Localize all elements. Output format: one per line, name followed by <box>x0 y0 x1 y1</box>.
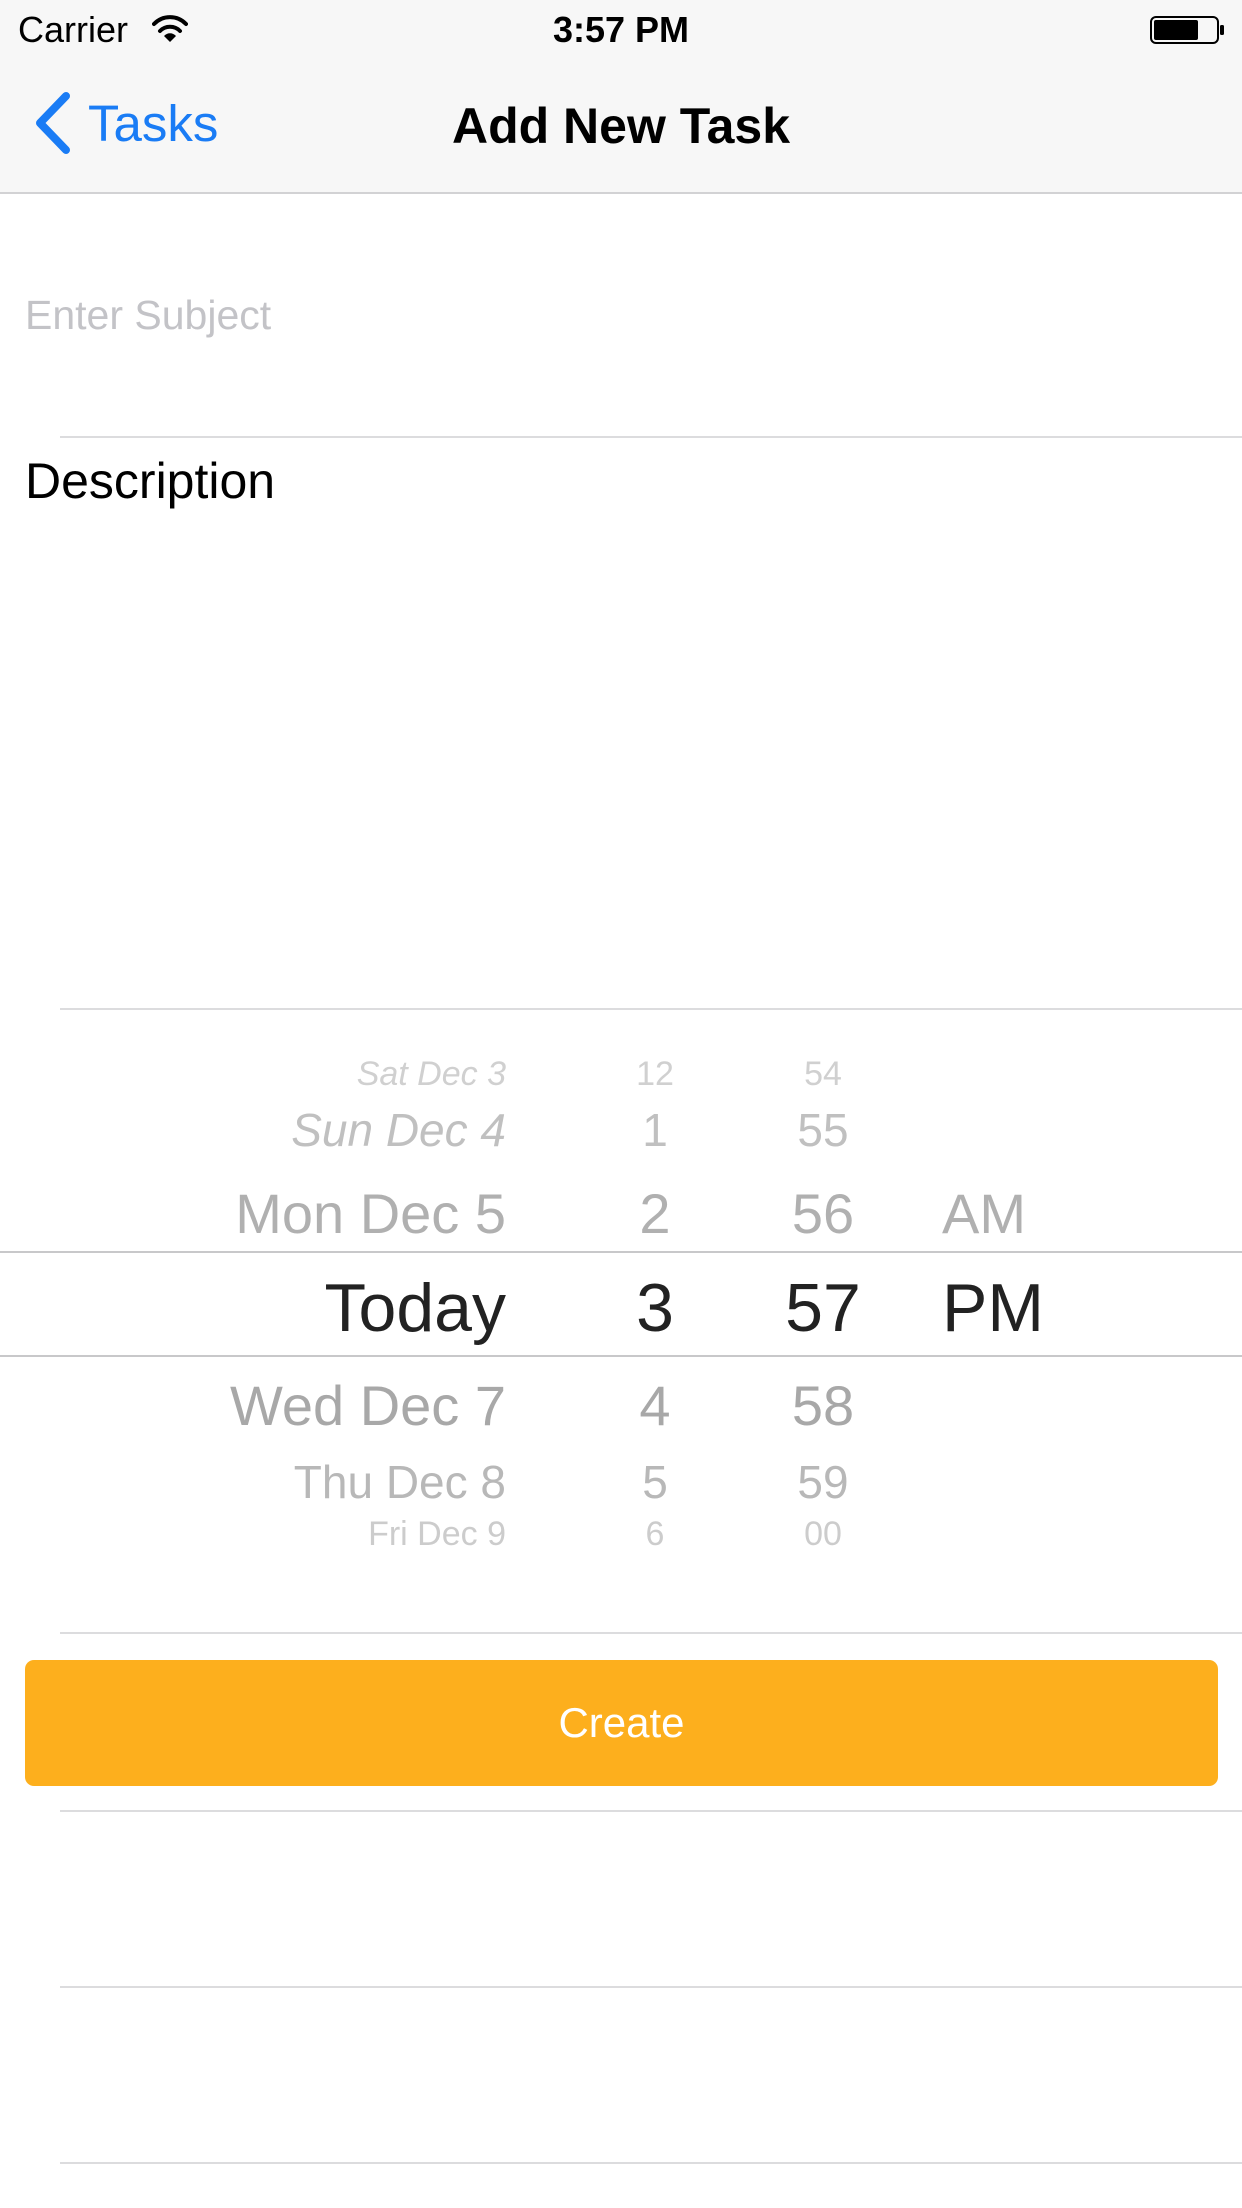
picker-minute-column[interactable]: 54 55 56 57 58 59 00 <box>748 1040 898 1560</box>
picker-hour-column[interactable]: 12 1 2 3 4 5 6 <box>580 1040 730 1560</box>
picker-minute-item[interactable]: 59 <box>748 1454 898 1510</box>
picker-hour-item[interactable]: 4 <box>580 1374 730 1438</box>
picker-date-item[interactable]: Thu Dec 8 <box>150 1454 506 1510</box>
page-title: Add New Task <box>451 98 791 154</box>
divider <box>60 436 1242 438</box>
status-time: 3:57 PM <box>552 9 690 50</box>
picker-date-item-selected[interactable]: Today <box>150 1268 506 1348</box>
picker-date-item[interactable]: Sun Dec 4 <box>150 1102 506 1158</box>
divider <box>60 1986 1242 1988</box>
date-time-picker[interactable]: Sat Dec 3 Sun Dec 4 Mon Dec 5 Today Wed … <box>0 1040 1242 1560</box>
picker-hour-item[interactable]: 1 <box>580 1102 730 1158</box>
picker-minute-item[interactable]: 56 <box>748 1182 898 1246</box>
navigation-bar: Tasks Add New Task <box>0 60 1242 194</box>
picker-date-item[interactable]: Sat Dec 3 <box>150 1054 506 1094</box>
description-textarea[interactable]: Description <box>25 450 1215 990</box>
divider <box>60 2162 1242 2164</box>
status-bar: Carrier 3:57 PM <box>0 0 1242 60</box>
picker-date-item[interactable]: Mon Dec 5 <box>150 1182 506 1246</box>
picker-hour-item[interactable]: 5 <box>580 1454 730 1510</box>
picker-ampm-item[interactable]: AM <box>942 1182 1102 1246</box>
picker-minute-item-selected[interactable]: 57 <box>748 1268 898 1348</box>
picker-date-column[interactable]: Sat Dec 3 Sun Dec 4 Mon Dec 5 Today Wed … <box>150 1040 506 1560</box>
picker-minute-item[interactable]: 55 <box>748 1102 898 1158</box>
divider <box>60 1632 1242 1634</box>
picker-hour-item[interactable]: 12 <box>580 1054 730 1094</box>
subject-input[interactable] <box>25 270 1215 360</box>
picker-date-item[interactable]: Wed Dec 7 <box>150 1374 506 1438</box>
picker-date-item[interactable]: Fri Dec 9 <box>150 1514 506 1554</box>
picker-hour-item[interactable]: 2 <box>580 1182 730 1246</box>
picker-minute-item[interactable]: 54 <box>748 1054 898 1094</box>
picker-ampm-column[interactable]: AM PM <box>942 1040 1102 1560</box>
picker-hour-item-selected[interactable]: 3 <box>580 1268 730 1348</box>
create-button[interactable]: Create <box>25 1660 1218 1786</box>
picker-hour-item[interactable]: 6 <box>580 1514 730 1554</box>
picker-minute-item[interactable]: 58 <box>748 1374 898 1438</box>
battery-icon <box>1150 16 1224 44</box>
picker-ampm-item-selected[interactable]: PM <box>942 1268 1102 1348</box>
divider <box>60 1008 1242 1010</box>
divider <box>60 1810 1242 1812</box>
picker-minute-item[interactable]: 00 <box>748 1514 898 1554</box>
